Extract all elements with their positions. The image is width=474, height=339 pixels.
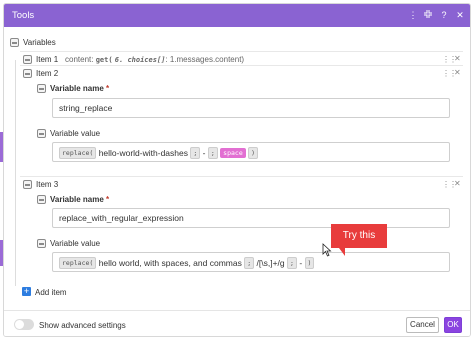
item-1-collapse-icon[interactable] — [23, 55, 32, 64]
item-2-value-collapse-icon[interactable] — [37, 129, 46, 138]
item-1-content-path: : 1.messages.content — [165, 55, 242, 64]
item-2-name-label-text: Variable name — [50, 84, 104, 93]
replace-function-chip[interactable]: replace( — [59, 257, 97, 269]
item-1-content-arg: 6. choices[] — [114, 56, 166, 64]
item-3-name-label: Variable name * — [50, 195, 109, 204]
item-2-name-value: string_replace — [59, 103, 113, 113]
item-3-delete-icon[interactable]: ✕ — [454, 179, 461, 188]
item-3-value-label: Variable value — [50, 239, 101, 248]
close-paren-chip[interactable]: ) — [248, 147, 259, 159]
try-this-tooltip: Try this — [331, 224, 387, 256]
dialog-footer: Show advanced settings Cancel OK — [4, 310, 470, 336]
tooltip-text: Try this — [342, 230, 376, 241]
item-3-regex-text: /[\s,]+/g — [256, 258, 285, 268]
space-keyword-chip[interactable]: space — [220, 148, 246, 158]
item-2-value-text: hello-world-with-dashes — [98, 148, 188, 158]
item-2-label: Item 2 — [36, 69, 59, 78]
item-3-value-input[interactable]: replace( hello world, with spaces, and c… — [52, 252, 450, 272]
item-1-row[interactable]: Item 1 content: get( 6. choices[]: 1.mes… — [20, 51, 463, 65]
item-3-value-text: hello world, with spaces, and commas — [98, 258, 242, 268]
item-3-header[interactable]: Item 3 ⋮⋮ ✕ — [20, 176, 463, 190]
close-icon[interactable]: ✕ — [454, 9, 466, 21]
item-1-content-close: ) — [241, 55, 245, 64]
item-3-name-input[interactable]: replace_with_regular_expression — [52, 208, 450, 228]
item-3-label: Item 3 — [36, 180, 59, 189]
cancel-button[interactable]: Cancel — [406, 317, 439, 333]
item-1-content-fn: get( — [95, 56, 113, 64]
item-3-name-label-text: Variable name — [50, 195, 104, 204]
separator-chip[interactable]: ; — [190, 147, 201, 159]
more-vertical-icon[interactable]: ⋮ — [407, 9, 419, 21]
item-3-name-collapse-icon[interactable] — [37, 195, 46, 204]
help-icon[interactable]: ? — [438, 9, 450, 21]
separator-chip[interactable]: ; — [244, 257, 255, 269]
add-icon[interactable]: + — [22, 287, 31, 296]
item-2-name-input[interactable]: string_replace — [52, 98, 450, 118]
item-3-collapse-icon[interactable] — [23, 180, 32, 189]
tools-dialog: Tools ⋮ ? ✕ Variables Item 1 content: ge… — [3, 3, 471, 337]
item-2-collapse-icon[interactable] — [23, 69, 32, 78]
variables-label: Variables — [23, 38, 56, 47]
close-paren-chip[interactable]: ) — [304, 257, 315, 269]
item-3-dash-text: - — [299, 258, 303, 268]
separator-chip[interactable]: ; — [287, 257, 297, 269]
advanced-settings-label: Show advanced settings — [39, 321, 126, 330]
dialog-title: Tools — [12, 10, 35, 21]
item-2-delete-icon[interactable]: ✕ — [454, 68, 461, 77]
item-2-header[interactable]: Item 2 ⋮⋮ ✕ — [20, 65, 463, 79]
mouse-pointer-icon — [322, 243, 332, 257]
collapse-icon[interactable] — [422, 9, 434, 21]
item-1-content-prefix: content: — [65, 55, 94, 64]
variables-collapse-icon[interactable] — [10, 38, 19, 47]
items-guide-line — [15, 60, 16, 286]
required-marker: * — [106, 84, 110, 93]
add-item-link[interactable]: Add item — [35, 288, 67, 297]
item-2-value-label: Variable value — [50, 129, 101, 138]
separator-chip[interactable]: ; — [207, 147, 218, 159]
item-2-value-input[interactable]: replace( hello-world-with-dashes ; - ; s… — [52, 142, 450, 162]
item-1-label: Item 1 — [36, 55, 59, 64]
item-3-name-value: replace_with_regular_expression — [59, 213, 184, 223]
ok-button[interactable]: OK — [444, 317, 462, 333]
item-2-name-label: Variable name * — [50, 84, 109, 93]
advanced-settings-toggle[interactable] — [14, 319, 34, 330]
item-3-value-collapse-icon[interactable] — [37, 239, 46, 248]
dialog-titlebar: Tools ⋮ ? ✕ — [4, 4, 470, 27]
required-marker: * — [106, 195, 110, 204]
item-2-dash-text: - — [202, 148, 206, 158]
replace-function-chip[interactable]: replace( — [59, 147, 97, 159]
item-2-name-collapse-icon[interactable] — [37, 84, 46, 93]
item-1-summary: content: get( 6. choices[]: 1.messages.c… — [65, 55, 244, 64]
item-1-delete-icon[interactable]: ✕ — [454, 54, 461, 63]
